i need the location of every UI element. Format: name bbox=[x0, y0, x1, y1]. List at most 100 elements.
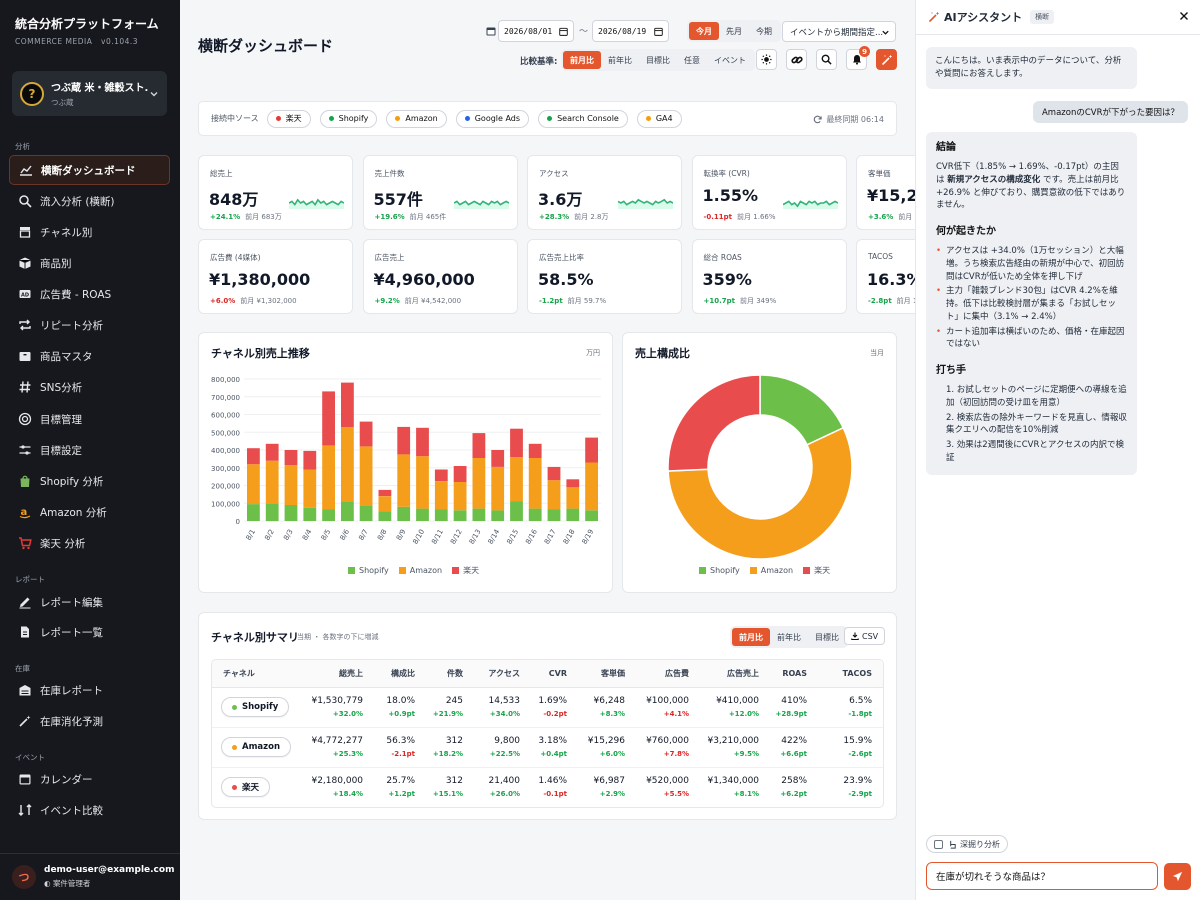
source-chip[interactable]: Amazon bbox=[386, 109, 447, 128]
kpi-card[interactable]: 広告費 (4媒体) ¥1,380,000 +6.0% 前月 ¥1,302,000 bbox=[198, 239, 353, 314]
summary-tab-1[interactable]: 前月比 bbox=[732, 628, 770, 646]
kpi-card[interactable]: 総売上 848万 +24.1% 前月 683万 bbox=[198, 155, 353, 230]
date-from-input[interactable]: 2026/08/01 bbox=[498, 20, 574, 42]
magic-wand-icon bbox=[881, 54, 893, 66]
sidebar-item-12[interactable]: a Amazon 分析 bbox=[9, 497, 170, 527]
source-chip[interactable]: Shopify bbox=[319, 109, 378, 128]
column-header: アクセス bbox=[474, 660, 532, 688]
search-button[interactable] bbox=[816, 49, 837, 70]
bar-楽天-8/7 bbox=[359, 421, 373, 447]
source-chip[interactable]: Search Console bbox=[538, 109, 628, 128]
cell-value: 245 bbox=[445, 696, 464, 706]
compare-button-3[interactable]: 目標比 bbox=[639, 51, 677, 69]
legend-label: Amazon bbox=[409, 566, 443, 575]
compare-button-5[interactable]: イベント bbox=[707, 51, 753, 69]
column-header: 件数 bbox=[426, 660, 475, 688]
source-chip[interactable]: Google Ads bbox=[455, 109, 530, 128]
y-tick-label: 400,000 bbox=[211, 447, 240, 455]
theme-toggle-button[interactable] bbox=[756, 49, 777, 70]
bar-Amazon-8/1 bbox=[247, 464, 260, 505]
deep-analysis-toggle[interactable]: 深掘り分析 bbox=[926, 835, 1008, 853]
sidebar-item-2[interactable]: 流入分析 (横断) bbox=[9, 186, 170, 216]
sidebar-item-13[interactable]: 楽天 分析 bbox=[9, 528, 170, 558]
event-period-select[interactable]: イベントから期間指定... bbox=[782, 21, 896, 42]
kpi-card[interactable]: 総合 ROAS 359% +10.7pt 前月 349% bbox=[691, 239, 847, 314]
source-chip[interactable]: 楽天 bbox=[266, 109, 311, 128]
date-to-input[interactable]: 2026/08/19 bbox=[592, 20, 669, 42]
ai-chat-input[interactable]: 在庫が切れそうな商品は？ bbox=[926, 862, 1158, 890]
sidebar-item-15[interactable]: レポート一覧 bbox=[9, 617, 170, 647]
period-button-3[interactable]: 今期 bbox=[749, 22, 779, 40]
package-icon bbox=[18, 349, 32, 363]
user-profile[interactable]: つ demo-user@example.com ◐ 案件管理者 bbox=[0, 853, 180, 900]
kpi-card[interactable]: アクセス 3.6万 +28.3% 前月 2.8万 bbox=[527, 155, 682, 230]
last-sync: 最終同期 06:14 bbox=[813, 114, 884, 125]
y-tick-label: 500,000 bbox=[211, 429, 240, 437]
cell-delta: +7.8% bbox=[663, 750, 690, 758]
channel-pill[interactable]: Amazon bbox=[221, 737, 292, 757]
table-cell: 25.7% +1.2pt bbox=[374, 767, 426, 807]
answer-conclusion-heading: 結論 bbox=[936, 142, 956, 153]
table-cell: 14,533 +34.0% bbox=[474, 687, 532, 728]
sidebar-item-5[interactable]: AD 広告費 - ROAS bbox=[9, 279, 170, 309]
ai-assistant-button[interactable] bbox=[876, 49, 897, 70]
x-tick-label: 8/10 bbox=[411, 528, 426, 546]
kpi-previous: 前月 465件 bbox=[409, 213, 447, 221]
answer-what-list: アクセスは +34.0%（1万セッション）と大幅増。うち検索広告経由の新規が中心… bbox=[936, 245, 1127, 351]
sidebar-item-label: 商品別 bbox=[40, 257, 72, 270]
table-cell: ¥15,296 +6.0% bbox=[578, 727, 637, 768]
compare-button-2[interactable]: 前年比 bbox=[601, 51, 639, 69]
legend-label: 楽天 bbox=[814, 566, 831, 575]
sidebar-item-6[interactable]: リピート分析 bbox=[9, 310, 170, 340]
ai-assistant-panel: AIアシスタント 横断 こんにちは。いま表示中のデータについて、分析や質問にお答… bbox=[915, 0, 1200, 900]
notification-button[interactable]: 9 bbox=[846, 46, 870, 70]
sidebar-item-19[interactable]: イベント比較 bbox=[9, 795, 170, 825]
summary-tab-2[interactable]: 前年比 bbox=[770, 628, 808, 646]
close-icon[interactable] bbox=[1179, 11, 1189, 21]
period-button-1[interactable]: 今月 bbox=[689, 22, 719, 40]
store-switcher[interactable]: ? つぶ蔵 米・雑穀スト... つぶ蔵 bbox=[12, 71, 167, 116]
sidebar-item-16[interactable]: 在庫レポート bbox=[9, 675, 170, 705]
sidebar-item-11[interactable]: Shopify 分析 bbox=[9, 466, 170, 496]
status-dot bbox=[395, 116, 401, 121]
bar-Amazon-8/16 bbox=[528, 458, 542, 509]
channel-pill[interactable]: Shopify bbox=[221, 697, 290, 717]
kpi-card[interactable]: 広告売上比率 58.5% -1.2pt 前月 59.7% bbox=[527, 239, 682, 314]
link-button[interactable] bbox=[786, 49, 807, 70]
cell-delta: -2.9pt bbox=[848, 790, 872, 799]
deep-analysis-checkbox[interactable] bbox=[934, 839, 943, 849]
period-button-2[interactable]: 先月 bbox=[719, 22, 749, 40]
kpi-card[interactable]: 売上件数 557件 +19.6% 前月 465件 bbox=[362, 155, 518, 230]
y-tick-label: 0 bbox=[236, 518, 240, 526]
sidebar-item-9[interactable]: 目標管理 bbox=[9, 404, 170, 434]
sidebar-item-14[interactable]: レポート編集 bbox=[9, 587, 170, 617]
sidebar-item-7[interactable]: 商品マスタ bbox=[9, 341, 170, 371]
summary-tab-3[interactable]: 目標比 bbox=[808, 628, 846, 646]
sidebar-item-1[interactable]: 横断ダッシュボード bbox=[9, 155, 170, 185]
kpi-card[interactable]: 広告売上 ¥4,960,000 +9.2% 前月 ¥4,542,000 bbox=[362, 239, 518, 314]
compare-button-1[interactable]: 前月比 bbox=[563, 51, 601, 69]
sidebar-item-17[interactable]: 在庫消化予測 bbox=[9, 706, 170, 736]
legend-swatch bbox=[699, 567, 706, 574]
bar-Shopify-8/4 bbox=[303, 507, 317, 521]
answer-what-item: アクセスは +34.0%（1万セッション）と大幅増。うち検索広告経由の新規が中心… bbox=[936, 245, 1127, 283]
send-button[interactable] bbox=[1164, 863, 1191, 890]
compare-button-4[interactable]: 任意 bbox=[677, 51, 707, 69]
sidebar-item-4[interactable]: 商品別 bbox=[9, 248, 170, 278]
source-chip[interactable]: GA4 bbox=[636, 109, 682, 128]
kpi-card[interactable]: 転換率 (CVR) 1.55% -0.11pt 前月 1.66% bbox=[691, 155, 847, 230]
sidebar-item-3[interactable]: チャネル別 bbox=[9, 217, 170, 247]
kpi-delta: +19.6% 前月 465件 bbox=[375, 212, 447, 222]
sidebar-item-8[interactable]: SNS分析 bbox=[9, 372, 170, 402]
channel-pill[interactable]: 楽天 bbox=[221, 777, 271, 798]
kpi-label: 広告売上 bbox=[374, 253, 405, 262]
sidebar-item-18[interactable]: カレンダー bbox=[9, 764, 170, 794]
bar-楽天-8/18 bbox=[566, 479, 580, 488]
download-icon bbox=[851, 632, 859, 640]
sidebar-item-label: リピート分析 bbox=[40, 319, 103, 332]
sidebar-item-10[interactable]: 目標設定 bbox=[9, 435, 170, 465]
csv-button[interactable]: CSV bbox=[844, 627, 886, 645]
bar-Shopify-8/1 bbox=[247, 504, 260, 521]
ai-greeting-message: こんにちは。いま表示中のデータについて、分析や質問にお答えします。 bbox=[926, 47, 1137, 89]
y-tick-label: 100,000 bbox=[211, 500, 240, 508]
